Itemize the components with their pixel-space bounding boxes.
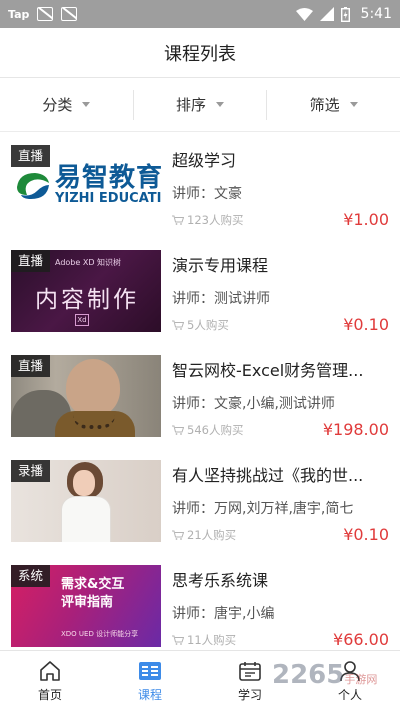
notification-icon <box>61 7 78 21</box>
page-title: 课程列表 <box>164 43 236 65</box>
course-thumbnail: 直播 Adobe XD 知识树 内容制作 Xd <box>11 250 161 332</box>
course-type-badge: 直播 <box>11 145 51 167</box>
tab-study[interactable]: 学习 <box>200 651 300 711</box>
filter-category[interactable]: 分类 <box>0 90 133 120</box>
notification-icon <box>37 7 54 21</box>
course-teacher: 讲师：文豪 <box>172 186 242 202</box>
course-type-badge: 直播 <box>11 250 51 272</box>
battery-icon <box>340 6 350 22</box>
course-buyers: 546人购买 <box>187 422 244 437</box>
course-info: 思考乐系统课 讲师：唐宇,小编 11人购买 ¥66.00 <box>172 565 389 649</box>
page-header: 课程列表 <box>0 28 400 78</box>
filter-label: 筛选 <box>309 96 340 114</box>
thumbnail-text: Adobe XD 知识树 <box>55 258 122 267</box>
course-info: 有人坚持挑战过《我的世... 讲师：万网,刘万祥,唐宇,简七 21人购买 ¥0.… <box>172 460 389 544</box>
course-item[interactable]: 直播 Adobe XD 知识树 内容制作 Xd 演示专用课程 讲师：测试讲师 5… <box>0 238 400 343</box>
tab-label: 学习 <box>237 687 262 702</box>
course-item[interactable]: 系统 需求&交互 评审指南 XDO UED 设计师能分享 思考乐系统课 讲师：唐… <box>0 553 400 650</box>
course-list-icon <box>139 661 161 680</box>
course-type-badge: 直播 <box>11 355 51 377</box>
filter-screen[interactable]: 筛选 <box>266 89 400 120</box>
filter-label: 分类 <box>42 96 73 114</box>
tab-label: 课程 <box>137 687 162 702</box>
course-thumbnail: 直播 易智教育 YIZHI EDUCATION <box>11 145 161 227</box>
thumbnail-text: 评审指南 <box>61 595 114 610</box>
course-info: 超级学习 讲师：文豪 123人购买 ¥1.00 <box>172 145 389 229</box>
course-buyers: 5人购买 <box>187 317 229 332</box>
cart-icon <box>172 215 184 225</box>
course-buyers: 11人购买 <box>187 632 237 647</box>
signal-icon <box>319 7 334 21</box>
cart-icon <box>172 635 184 645</box>
caret-down-icon <box>349 102 358 107</box>
user-icon <box>340 660 360 681</box>
course-price: ¥198.00 <box>322 420 389 439</box>
caret-down-icon <box>216 102 225 107</box>
tab-profile[interactable]: 个人 <box>300 651 400 711</box>
brand-logo-icon <box>17 173 49 199</box>
tab-label: 个人 <box>337 687 362 702</box>
course-buyers: 21人购买 <box>187 527 237 542</box>
course-price: ¥0.10 <box>343 315 389 334</box>
course-item[interactable]: 录播 有人坚持挑战过《我的世... 讲师：万网,刘万祥,唐宇,简七 21人购买 … <box>0 448 400 553</box>
course-teacher: 讲师：文豪,小编,测试讲师 <box>172 396 335 412</box>
tab-home[interactable]: 首页 <box>0 651 100 711</box>
course-teacher: 讲师：唐宇,小编 <box>172 606 275 622</box>
wifi-icon <box>295 7 313 21</box>
course-list[interactable]: 直播 易智教育 YIZHI EDUCATION 超级学习 讲师：文豪 123人购… <box>0 133 400 650</box>
thumbnail-text: 需求&交互 <box>61 577 125 592</box>
tab-label: 首页 <box>37 687 62 702</box>
adobe-xd-icon: Xd <box>75 314 89 326</box>
course-buyers: 123人购买 <box>187 212 244 227</box>
course-price: ¥0.10 <box>343 525 389 544</box>
thumbnail-photo <box>73 470 95 496</box>
course-type-badge: 录播 <box>11 460 51 482</box>
cart-icon <box>172 530 184 540</box>
course-title: 思考乐系统课 <box>172 571 269 590</box>
course-item[interactable]: 直播 易智教育 YIZHI EDUCATION 超级学习 讲师：文豪 123人购… <box>0 133 400 238</box>
course-teacher: 讲师：万网,刘万祥,唐宇,简七 <box>172 501 354 517</box>
cart-icon <box>172 320 184 330</box>
thumbnail-text: 内容制作 <box>35 287 139 313</box>
course-thumbnail: 录播 <box>11 460 161 542</box>
tab-courses[interactable]: 课程 <box>100 651 200 711</box>
course-thumbnail: 直播 <box>11 355 161 437</box>
course-info: 智云网校-Excel财务管理... 讲师：文豪,小编,测试讲师 546人购买 ¥… <box>172 355 389 439</box>
caret-down-icon <box>82 102 91 107</box>
thumbnail-photo <box>66 359 120 417</box>
course-title: 演示专用课程 <box>172 256 269 275</box>
course-type-badge: 系统 <box>11 565 51 587</box>
thumbnail-text: YIZHI EDUCATION <box>55 191 161 206</box>
filter-bar: 分类 排序 筛选 <box>0 78 400 132</box>
filter-sort[interactable]: 排序 <box>132 89 267 120</box>
filter-label: 排序 <box>176 96 207 114</box>
course-title: 智云网校-Excel财务管理... <box>172 361 364 380</box>
course-title: 有人坚持挑战过《我的世... <box>172 466 364 485</box>
course-price: ¥66.00 <box>333 630 389 649</box>
thumbnail-text: 易智教育 <box>55 163 161 193</box>
thumbnail-photo <box>61 496 111 542</box>
thumbnail-text: XDO UED 设计师能分享 <box>61 630 139 638</box>
course-title: 超级学习 <box>172 151 237 170</box>
cart-icon <box>172 425 184 435</box>
calendar-icon <box>239 661 261 681</box>
home-icon <box>40 660 60 681</box>
status-bar: Tap 5:41 <box>0 0 400 28</box>
course-info: 演示专用课程 讲师：测试讲师 5人购买 ¥0.10 <box>172 250 389 334</box>
clock: 5:41 <box>360 6 392 22</box>
course-thumbnail: 系统 需求&交互 评审指南 XDO UED 设计师能分享 <box>11 565 161 647</box>
carrier-label: Tap <box>8 7 30 21</box>
course-price: ¥1.00 <box>343 210 389 229</box>
bottom-tab-bar: 首页 课程 学习 个人 <box>0 650 400 711</box>
course-item[interactable]: 直播 智云网校-Excel财务管理... 讲师：文豪,小编,测试讲师 546人购… <box>0 343 400 448</box>
course-teacher: 讲师：测试讲师 <box>172 291 270 307</box>
